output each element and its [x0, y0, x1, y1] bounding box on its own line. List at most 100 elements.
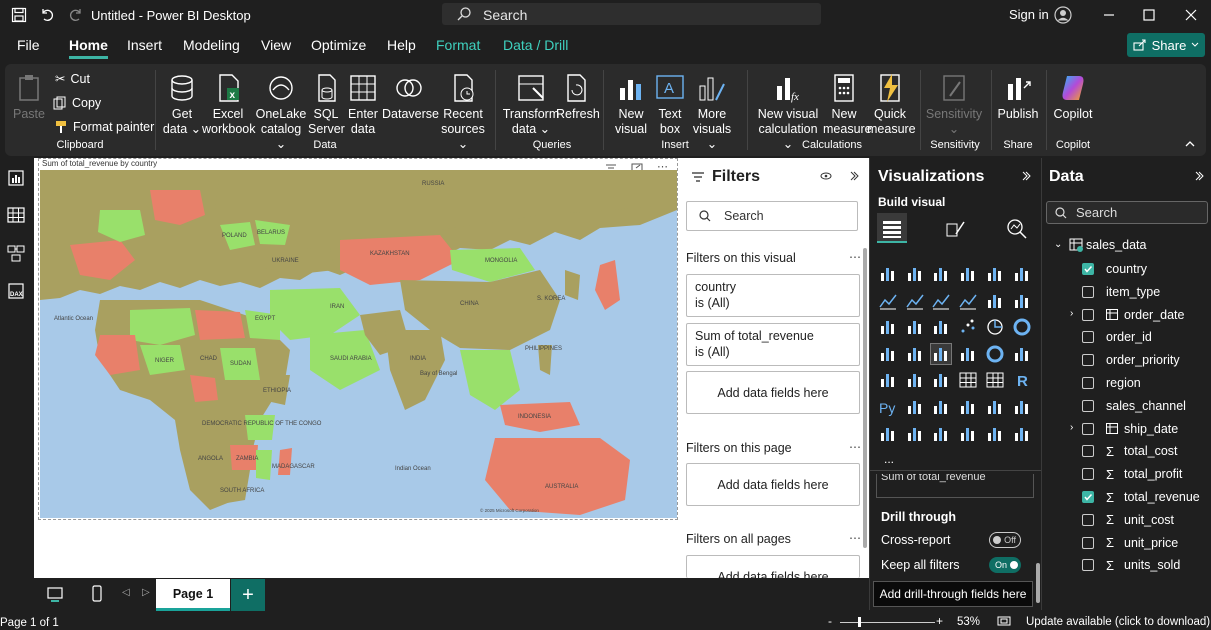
slicer-icon[interactable]	[931, 370, 951, 390]
collapse-ribbon-icon[interactable]	[1185, 140, 1195, 147]
minimize-icon[interactable]	[1099, 5, 1119, 25]
zoom-slider[interactable]	[840, 622, 935, 623]
viz-scrollbar[interactable]	[1036, 563, 1040, 603]
ribbon-chart-icon[interactable]	[878, 317, 898, 337]
quick-measure-button[interactable]: Quick measure	[867, 72, 916, 137]
tab-data-drill[interactable]: Data / Drill	[503, 37, 568, 53]
stacked-area-chart-icon[interactable]	[931, 291, 951, 311]
multi-row-card-icon[interactable]	[878, 370, 898, 390]
field-checkbox[interactable]	[1082, 399, 1094, 412]
tab-insert[interactable]: Insert	[127, 37, 162, 53]
field-checkbox[interactable]	[1082, 513, 1094, 526]
save-icon[interactable]	[9, 5, 29, 25]
power-apps-icon[interactable]	[905, 424, 925, 444]
donut-chart-icon[interactable]	[1012, 317, 1032, 337]
tab-modeling[interactable]: Modeling	[183, 37, 240, 53]
r-visual-icon[interactable]: R	[1012, 370, 1032, 390]
100-area-chart-icon[interactable]	[958, 291, 978, 311]
power-automate-icon[interactable]	[931, 424, 951, 444]
prev-page-icon[interactable]: ◁	[122, 587, 130, 598]
add-page-filter-dropzone[interactable]: Add data fields here	[686, 463, 860, 506]
field-item-unit-price[interactable]: Σunit_price	[1082, 535, 1178, 551]
tab-view[interactable]: View	[261, 37, 291, 53]
matrix-icon[interactable]	[985, 370, 1005, 390]
tab-help[interactable]: Help	[387, 37, 416, 53]
paste-button[interactable]: Paste	[11, 72, 47, 122]
cross-report-toggle[interactable]: Off	[989, 532, 1021, 548]
paginated-report-icon[interactable]	[878, 424, 898, 444]
field-checkbox[interactable]	[1082, 354, 1094, 367]
share-button[interactable]: Share	[1127, 33, 1205, 57]
field-item-ship-date[interactable]: › ship_date	[1070, 421, 1178, 437]
qa-icon[interactable]	[958, 397, 978, 417]
stacked-bar-chart-icon[interactable]	[878, 264, 898, 284]
stacked-column-chart-icon[interactable]	[905, 264, 925, 284]
sign-in-link[interactable]: Sign in	[1009, 7, 1049, 22]
field-checkbox[interactable]	[1082, 559, 1094, 572]
filled-map-icon[interactable]	[930, 342, 953, 365]
tab-format[interactable]: Format	[436, 37, 480, 53]
chevron-down-icon[interactable]: ⌄	[1054, 239, 1062, 250]
more-options-icon[interactable]: ⋯	[849, 250, 861, 264]
treemap-icon[interactable]	[878, 344, 898, 364]
field-checkbox[interactable]	[1082, 445, 1094, 458]
onelake-catalog-button[interactable]: OneLake catalog ⌄	[255, 72, 307, 152]
next-page-icon[interactable]: ▷	[142, 587, 150, 598]
fit-to-page-icon[interactable]	[997, 616, 1011, 626]
sensitivity-button[interactable]: Sensitivity ⌄	[925, 72, 983, 137]
eye-icon[interactable]	[820, 171, 832, 181]
field-item-region[interactable]: region	[1082, 375, 1141, 391]
narrative-icon[interactable]	[985, 397, 1005, 417]
table-name[interactable]: sales_data	[1086, 238, 1146, 252]
field-item-total-profit[interactable]: Σtotal_profit	[1082, 466, 1182, 482]
table-view-icon[interactable]	[6, 205, 26, 225]
field-checkbox[interactable]	[1082, 285, 1094, 298]
maximize-icon[interactable]	[1139, 5, 1159, 25]
format-visual-icon[interactable]	[944, 218, 966, 240]
collapse-viz-icon[interactable]	[1021, 171, 1031, 181]
100-column-chart-icon[interactable]	[1012, 264, 1032, 284]
field-checkbox[interactable]	[1082, 468, 1094, 481]
arcgis-icon[interactable]	[958, 424, 978, 444]
new-visual-button[interactable]: New visual	[613, 72, 649, 137]
line-column-chart-icon[interactable]	[985, 291, 1005, 311]
text-box-button[interactable]: A Text box	[653, 72, 687, 137]
close-icon[interactable]	[1181, 5, 1201, 25]
filter-card-country[interactable]: country is (All)	[686, 274, 860, 317]
chevron-right-icon[interactable]: ›	[1070, 422, 1073, 433]
field-checkbox[interactable]	[1082, 491, 1094, 503]
field-checkbox[interactable]	[1082, 422, 1094, 435]
clustered-bar-chart-icon[interactable]	[931, 264, 951, 284]
line-chart-icon[interactable]	[878, 291, 898, 311]
zoom-slider-thumb[interactable]	[858, 617, 861, 627]
more-options-icon[interactable]: ⋯	[849, 440, 861, 454]
line-stacked-column-chart-icon[interactable]	[1012, 291, 1032, 311]
dataverse-button[interactable]: Dataverse	[382, 72, 439, 122]
tab-home[interactable]: Home	[69, 37, 108, 59]
more-visuals-ellipsis[interactable]: ...	[884, 452, 894, 466]
format-painter-button[interactable]: Format painter	[54, 120, 154, 134]
update-available-link[interactable]: Update available (click to download)	[1026, 616, 1210, 628]
recent-sources-button[interactable]: Recent sources ⌄	[438, 72, 488, 152]
shape-map-icon[interactable]	[985, 424, 1005, 444]
model-view-icon[interactable]	[6, 243, 26, 263]
pie-chart-icon[interactable]	[985, 317, 1005, 337]
field-item-order-priority[interactable]: order_priority	[1082, 352, 1180, 368]
enter-data-button[interactable]: Enter data	[345, 72, 381, 137]
analytics-icon[interactable]	[1006, 218, 1028, 240]
field-checkbox[interactable]	[1082, 263, 1094, 275]
publish-button[interactable]: Publish	[996, 72, 1040, 122]
azure-map-icon[interactable]	[958, 344, 978, 364]
field-item-unit-cost[interactable]: Σunit_cost	[1082, 512, 1174, 528]
diamond-icon[interactable]	[1012, 424, 1032, 444]
add-page-button[interactable]: +	[231, 579, 265, 611]
field-well-value[interactable]: Sum of total_revenue	[876, 474, 1034, 498]
scatter-chart-icon[interactable]	[958, 317, 978, 337]
gauge-icon[interactable]	[985, 344, 1005, 364]
table-icon[interactable]	[958, 370, 978, 390]
excel-workbook-button[interactable]: x Excel workbook	[202, 72, 256, 137]
map-icon[interactable]	[905, 344, 925, 364]
python-visual-icon[interactable]: Py	[878, 397, 898, 417]
build-visual-tab[interactable]	[877, 213, 907, 243]
refresh-button[interactable]: Refresh	[556, 72, 600, 122]
